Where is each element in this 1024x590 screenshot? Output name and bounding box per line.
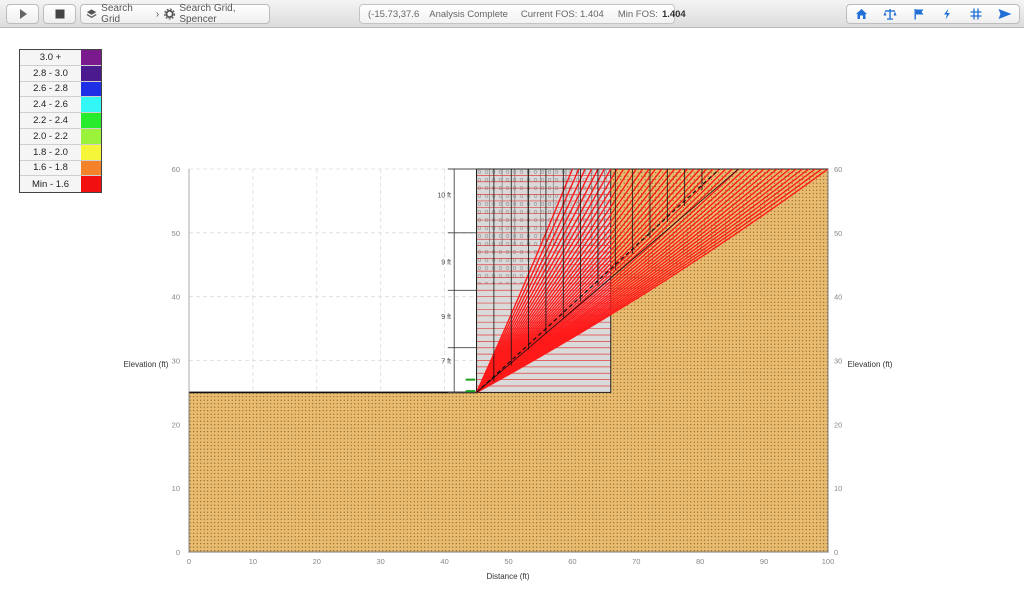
y-tick-label-right: 10 xyxy=(834,484,842,493)
wall-segment-label: 9 ft xyxy=(441,260,451,267)
y-tick-label-left: 60 xyxy=(172,165,180,174)
x-tick-label: 30 xyxy=(377,557,385,566)
x-tick-label: 100 xyxy=(822,557,835,566)
y-tick-label-right: 60 xyxy=(834,165,842,174)
x-tick-label: 0 xyxy=(187,557,191,566)
x-tick-label: 10 xyxy=(249,557,257,566)
y-tick-label-left: 40 xyxy=(172,293,180,302)
y-axis-label-left: Elevation (ft) xyxy=(124,360,169,369)
slope-model-canvas[interactable]: 10 ft9 ft9 ft7 ft 0 10 20 30 40 50 60 70 80 90 100… xyxy=(0,0,1024,590)
x-tick-label: 90 xyxy=(760,557,768,566)
x-tick-label: 70 xyxy=(632,557,640,566)
y-tick-label-left: 10 xyxy=(172,484,180,493)
y-tick-label-left: 30 xyxy=(172,357,180,366)
y-tick-label-left: 0 xyxy=(176,548,180,557)
reinforced-zone xyxy=(189,168,612,394)
wall-segment-label: 9 ft xyxy=(441,314,451,321)
wall-dimension-lines: 10 ft 9 ft 9 ft 7 ft xyxy=(437,168,477,393)
y-tick-label-right: 20 xyxy=(834,420,842,429)
y-tick-label-right: 40 xyxy=(834,293,842,302)
x-tick-label: 40 xyxy=(440,557,448,566)
y-tick-label-right: 30 xyxy=(834,357,842,366)
x-tick-label: 80 xyxy=(696,557,704,566)
y-tick-label-left: 50 xyxy=(172,229,180,238)
x-tick-label: 50 xyxy=(504,557,512,566)
x-tick-label: 20 xyxy=(313,557,321,566)
wall-segment-label: 7 ft xyxy=(441,359,451,366)
y-tick-label-right: 0 xyxy=(834,548,838,557)
y-tick-label-left: 20 xyxy=(172,420,180,429)
y-axis-label-right: Elevation (ft) xyxy=(848,360,893,369)
x-tick-label: 60 xyxy=(568,557,576,566)
wall-segment-label: 10 ft xyxy=(437,193,451,200)
x-axis-label: Distance (ft) xyxy=(486,572,529,581)
y-tick-label-right: 50 xyxy=(834,229,842,238)
